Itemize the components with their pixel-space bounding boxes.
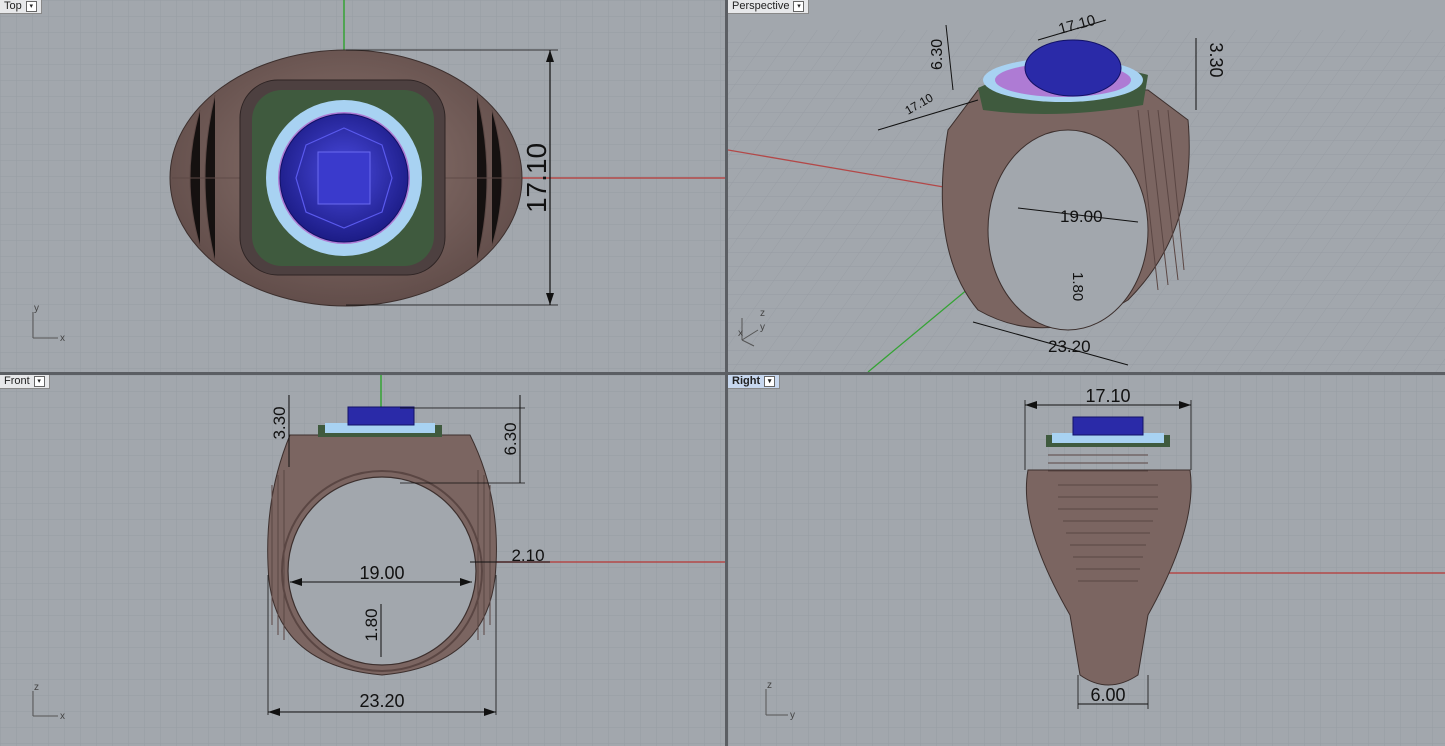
- chevron-down-icon[interactable]: ▾: [25, 1, 37, 12]
- dim-label: 6.30: [929, 39, 946, 70]
- svg-text:z: z: [767, 680, 772, 691]
- svg-text:y: y: [34, 303, 39, 314]
- dim-label: 19.00: [1060, 207, 1103, 226]
- dim-label: 17.10: [1085, 386, 1130, 406]
- dim-label: 6.30: [501, 422, 520, 455]
- svg-text:x: x: [738, 328, 743, 339]
- chevron-down-icon[interactable]: ▾: [793, 1, 805, 12]
- viewport-tab-perspective[interactable]: Perspective ▾: [728, 0, 810, 14]
- dim-label: 3.30: [1206, 42, 1226, 77]
- dim-label: 3.30: [270, 406, 289, 439]
- rhino-workspace: 17.10 y x Top ▾ 17.10 6.30 3.30 17.10 19…: [0, 0, 1445, 746]
- dim-label: 23.20: [359, 691, 404, 711]
- viewport-title: Top: [4, 0, 22, 12]
- viewport-tab-top[interactable]: Top ▾: [0, 0, 42, 14]
- center-stone: [347, 406, 415, 426]
- chevron-down-icon[interactable]: ▾: [764, 376, 776, 387]
- viewport-title: Front: [4, 375, 30, 387]
- viewport-front[interactable]: 3.30 6.30 19.00 2.10 1.80 23.20 z x Fron…: [0, 375, 725, 746]
- top-viewport-canvas: 17.10 y x: [0, 0, 725, 372]
- dim-label: 1.80: [1069, 272, 1086, 301]
- svg-text:x: x: [60, 711, 65, 722]
- front-viewport-canvas: 3.30 6.30 19.00 2.10 1.80 23.20 z x: [0, 375, 725, 746]
- perspective-viewport-canvas: 17.10 6.30 3.30 17.10 19.00 1.80 23.20 z…: [728, 0, 1445, 372]
- right-viewport-canvas: 17.10 6.00 z y: [728, 375, 1445, 746]
- viewport-tab-right[interactable]: Right ▾: [728, 375, 781, 389]
- dim-label-height: 17.10: [521, 143, 552, 213]
- svg-text:x: x: [60, 333, 65, 344]
- dim-label: 23.20: [1048, 337, 1091, 356]
- viewport-top[interactable]: 17.10 y x Top ▾: [0, 0, 725, 372]
- svg-text:z: z: [34, 682, 39, 693]
- viewport-perspective[interactable]: 17.10 6.30 3.30 17.10 19.00 1.80 23.20 z…: [728, 0, 1445, 372]
- dim-label: 1.80: [362, 608, 381, 641]
- viewport-title: Perspective: [732, 0, 790, 12]
- dim-label: 6.00: [1090, 685, 1125, 705]
- svg-text:y: y: [790, 710, 795, 721]
- dim-label: 19.00: [359, 563, 404, 583]
- chevron-down-icon[interactable]: ▾: [33, 376, 45, 387]
- dim-label: 2.10: [511, 546, 544, 565]
- center-stone: [1072, 416, 1144, 436]
- center-stone: [1024, 39, 1122, 97]
- viewport-title: Right: [732, 375, 761, 387]
- svg-text:z: z: [760, 308, 765, 319]
- viewport-tab-front[interactable]: Front ▾: [0, 375, 50, 389]
- viewport-right[interactable]: 17.10 6.00 z y Right ▾: [728, 375, 1445, 746]
- svg-text:y: y: [760, 322, 765, 333]
